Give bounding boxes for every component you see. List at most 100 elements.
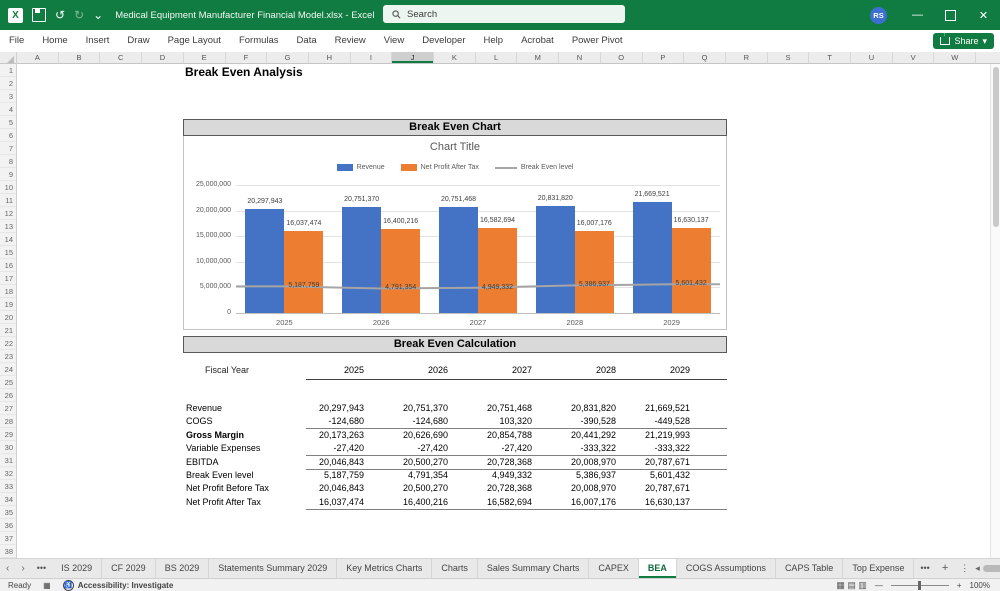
table-cell[interactable]: 20,046,843 <box>298 457 364 467</box>
column-header-R[interactable]: R <box>726 52 768 63</box>
column-header-Q[interactable]: Q <box>684 52 726 63</box>
table-cell[interactable]: 16,037,474 <box>298 497 364 507</box>
table-cell[interactable]: 16,582,694 <box>466 497 532 507</box>
row-header-26[interactable]: 26 <box>0 389 16 402</box>
column-header-O[interactable]: O <box>601 52 643 63</box>
user-avatar[interactable]: RS <box>870 6 887 24</box>
column-header-E[interactable]: E <box>184 52 226 63</box>
row-header-37[interactable]: 37 <box>0 532 16 545</box>
table-cell[interactable]: 20,297,943 <box>298 403 364 413</box>
horizontal-scrollbar[interactable]: ◂▸ <box>975 559 1000 578</box>
restore-button[interactable] <box>934 0 967 30</box>
table-cell[interactable]: 20,173,263 <box>298 430 364 440</box>
row-header-4[interactable]: 4 <box>0 103 16 116</box>
row-header-3[interactable]: 3 <box>0 90 16 103</box>
sheet-overflow-right-icon[interactable]: ••• <box>914 559 935 578</box>
row-header-38[interactable]: 38 <box>0 545 16 558</box>
table-cell[interactable]: 20,500,270 <box>382 483 448 493</box>
table-cell[interactable]: 20,751,468 <box>466 403 532 413</box>
sheet-tab-bea[interactable]: BEA <box>638 559 677 578</box>
table-cell[interactable]: 20,441,292 <box>550 430 616 440</box>
ribbon-tab-file[interactable]: File <box>0 30 33 52</box>
column-header-H[interactable]: H <box>309 52 351 63</box>
row-header-12[interactable]: 12 <box>0 207 16 220</box>
column-header-V[interactable]: V <box>893 52 935 63</box>
row-header-27[interactable]: 27 <box>0 402 16 415</box>
hscroll-left-icon[interactable]: ◂ <box>975 563 980 574</box>
sheet-tab-bs-2029[interactable]: BS 2029 <box>156 559 210 578</box>
row-header-6[interactable]: 6 <box>0 129 16 142</box>
table-cell[interactable]: 20,787,671 <box>624 483 690 493</box>
table-cell[interactable]: -27,420 <box>298 443 364 453</box>
table-cell[interactable]: -333,322 <box>624 443 690 453</box>
column-header-I[interactable]: I <box>351 52 393 63</box>
macro-record-icon[interactable]: ▦ <box>43 581 51 590</box>
table-cell[interactable]: 20,831,820 <box>550 403 616 413</box>
row-header-31[interactable]: 31 <box>0 454 16 467</box>
row-header-25[interactable]: 25 <box>0 376 16 389</box>
table-cell[interactable]: -124,680 <box>298 416 364 426</box>
table-cell[interactable]: 5,187,759 <box>298 470 364 480</box>
row-header-35[interactable]: 35 <box>0 506 16 519</box>
table-cell[interactable]: 4,949,332 <box>466 470 532 480</box>
row-header-9[interactable]: 9 <box>0 168 16 181</box>
sheet-tab-key-metrics-charts[interactable]: Key Metrics Charts <box>337 559 433 578</box>
table-cell[interactable]: 21,219,993 <box>624 430 690 440</box>
ribbon-tab-developer[interactable]: Developer <box>413 30 474 52</box>
row-header-34[interactable]: 34 <box>0 493 16 506</box>
ribbon-tab-power-pivot[interactable]: Power Pivot <box>563 30 632 52</box>
search-input[interactable]: Search <box>383 5 625 23</box>
sheet-overflow-left-icon[interactable]: ••• <box>31 559 52 578</box>
add-sheet-button[interactable]: + <box>936 559 954 578</box>
zoom-out-button[interactable]: — <box>875 581 883 590</box>
table-cell[interactable]: 16,630,137 <box>624 497 690 507</box>
table-cell[interactable]: 16,007,176 <box>550 497 616 507</box>
column-header-K[interactable]: K <box>434 52 476 63</box>
row-header-15[interactable]: 15 <box>0 246 16 259</box>
row-header-23[interactable]: 23 <box>0 350 16 363</box>
sheet-tab-top-expense[interactable]: Top Expense <box>843 559 915 578</box>
zoom-in-button[interactable]: + <box>957 581 962 590</box>
ribbon-tab-home[interactable]: Home <box>33 30 76 52</box>
table-cell[interactable]: -27,420 <box>466 443 532 453</box>
row-header-21[interactable]: 21 <box>0 324 16 337</box>
table-cell[interactable]: 5,601,432 <box>624 470 690 480</box>
table-cell[interactable]: 20,787,671 <box>624 457 690 467</box>
zoom-level[interactable]: 100% <box>970 581 990 590</box>
hscroll-thumb[interactable] <box>982 565 1000 572</box>
ribbon-tab-insert[interactable]: Insert <box>77 30 119 52</box>
column-header-U[interactable]: U <box>851 52 893 63</box>
share-button[interactable]: Share ▾ <box>933 31 994 49</box>
ribbon-tab-acrobat[interactable]: Acrobat <box>512 30 563 52</box>
ribbon-tab-review[interactable]: Review <box>326 30 375 52</box>
row-header-19[interactable]: 19 <box>0 298 16 311</box>
customize-toolbar-icon[interactable]: ⌄ <box>93 9 103 21</box>
table-cell[interactable]: 20,008,970 <box>550 483 616 493</box>
table-cell[interactable]: 20,728,368 <box>466 457 532 467</box>
column-header-W[interactable]: W <box>934 52 977 63</box>
table-cell[interactable]: 20,854,788 <box>466 430 532 440</box>
vertical-scrollbar[interactable] <box>990 64 1000 558</box>
row-header-24[interactable]: 24 <box>0 363 16 376</box>
save-icon[interactable] <box>32 8 46 22</box>
column-header-B[interactable]: B <box>59 52 101 63</box>
prev-sheet-icon[interactable]: ‹ <box>0 559 15 578</box>
table-cell[interactable]: 5,386,937 <box>550 470 616 480</box>
row-header-13[interactable]: 13 <box>0 220 16 233</box>
sheet-tab-charts[interactable]: Charts <box>432 559 478 578</box>
sheet-tab-caps-table[interactable]: CAPS Table <box>776 559 844 578</box>
column-header-M[interactable]: M <box>517 52 560 63</box>
row-header-14[interactable]: 14 <box>0 233 16 246</box>
undo-icon[interactable]: ↺ <box>55 9 65 21</box>
row-header-17[interactable]: 17 <box>0 272 16 285</box>
table-cell[interactable]: -27,420 <box>382 443 448 453</box>
row-header-2[interactable]: 2 <box>0 77 16 90</box>
column-header-S[interactable]: S <box>768 52 810 63</box>
row-header-10[interactable]: 10 <box>0 181 16 194</box>
minimize-button[interactable]: — <box>901 0 934 30</box>
row-header-11[interactable]: 11 <box>0 194 16 207</box>
column-header-L[interactable]: L <box>476 52 518 63</box>
table-cell[interactable]: 20,008,970 <box>550 457 616 467</box>
row-header-18[interactable]: 18 <box>0 285 16 298</box>
sheet-tab-cf-2029[interactable]: CF 2029 <box>102 559 156 578</box>
